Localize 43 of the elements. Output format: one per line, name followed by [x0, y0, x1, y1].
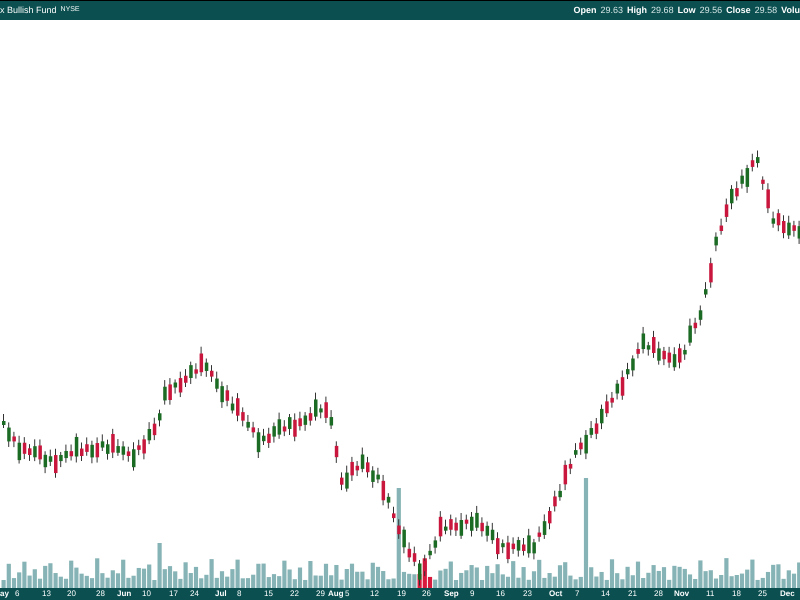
month-label: Jun: [117, 588, 132, 600]
quote-label: Volu: [781, 4, 800, 17]
date-label: 19: [397, 588, 406, 600]
month-label: ay: [0, 588, 9, 600]
date-label: 18: [732, 588, 741, 600]
quote-value: 29.68: [651, 4, 674, 17]
date-label: 8: [237, 588, 242, 600]
date-label: 7: [575, 588, 580, 600]
date-label: 23: [523, 588, 532, 600]
month-label: Sep: [444, 588, 459, 600]
quote-value: 29.63: [600, 4, 624, 17]
month-label: Jul: [215, 588, 227, 600]
date-label: 14: [601, 588, 610, 600]
date-label: 28: [654, 588, 663, 600]
date-label: 9: [470, 588, 474, 600]
quote-label: Close: [726, 4, 751, 17]
date-label: 24: [190, 588, 199, 600]
date-label: 13: [42, 588, 51, 600]
month-label: Nov: [674, 588, 690, 600]
date-label: 15: [264, 588, 273, 600]
date-label: 25: [758, 588, 767, 600]
quote-value: 29.58: [754, 4, 778, 17]
quote-label: High: [627, 4, 648, 17]
date-label: 12: [370, 588, 379, 600]
date-label: 21: [628, 588, 637, 600]
date-label: 22: [290, 588, 299, 600]
date-label: 11: [706, 588, 714, 600]
month-label: Aug: [328, 588, 344, 600]
date-label: 5: [345, 588, 350, 600]
date-label: 28: [96, 588, 105, 600]
fund-title: x Bullish Fund: [0, 4, 57, 17]
date-label: 10: [142, 588, 151, 600]
date-label: 17: [169, 588, 178, 600]
date-label: 29: [316, 588, 325, 600]
month-label: Dec: [780, 588, 795, 600]
date-label: 20: [67, 588, 76, 600]
date-label: 26: [422, 588, 431, 600]
quote-value: 29.56: [700, 4, 722, 17]
quote-label: Low: [678, 4, 696, 17]
date-label: 6: [15, 588, 20, 600]
quote-label: Open: [574, 4, 597, 17]
date-label: 16: [496, 588, 505, 600]
month-label: Oct: [549, 588, 562, 600]
